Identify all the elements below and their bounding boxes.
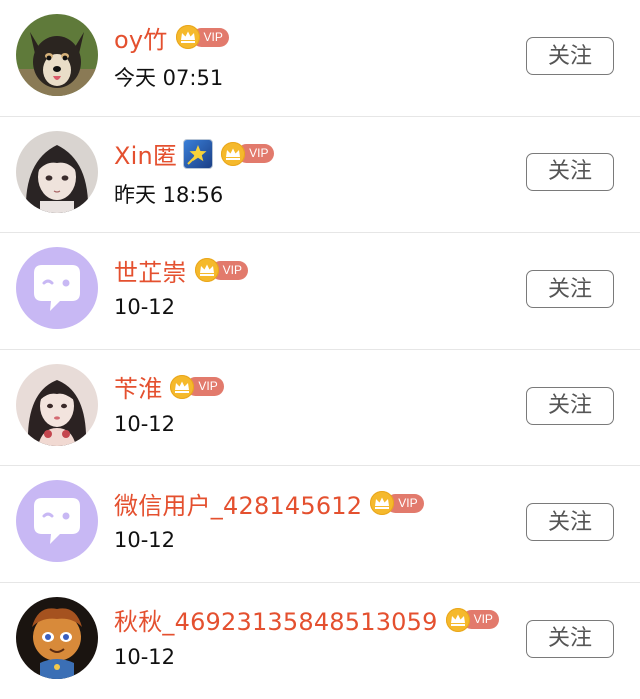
name-line: Xin匿 VIP <box>114 137 274 171</box>
user-name[interactable]: oy竹 <box>114 20 168 55</box>
crown-icon <box>170 375 194 399</box>
follow-button[interactable]: 关注 <box>526 387 614 425</box>
cartoon-character-avatar-image <box>16 597 98 679</box>
follow-button[interactable]: 关注 <box>526 37 614 75</box>
timestamp: 10-12 <box>114 528 175 552</box>
list-item[interactable]: 苄淮 VIP 10-12 关注 <box>0 350 640 467</box>
user-name[interactable]: 秋秋_46923135848513059 <box>114 602 438 637</box>
crown-icon <box>370 491 394 515</box>
name-line: 微信用户_428145612 VIP <box>114 486 424 520</box>
list-item[interactable]: 世芷崇 VIP 10-12 关注 <box>0 233 640 350</box>
timestamp: 10-12 <box>114 412 175 436</box>
avatar[interactable] <box>16 480 98 562</box>
crown-icon <box>176 25 200 49</box>
avatar[interactable] <box>16 14 98 96</box>
timestamp: 10-12 <box>114 295 175 319</box>
avatar[interactable] <box>16 597 98 679</box>
timestamp: 今天 07:51 <box>114 62 223 92</box>
vip-badge: VIP <box>370 492 423 514</box>
vip-badge: VIP <box>446 609 499 631</box>
crown-icon <box>446 608 470 632</box>
girl-photo-avatar-image <box>16 364 98 446</box>
user-name[interactable]: Xin匿 <box>114 136 177 171</box>
follow-button[interactable]: 关注 <box>526 270 614 308</box>
default-chat-bubble-avatar <box>16 480 98 562</box>
user-name[interactable]: 世芷崇 <box>114 253 187 288</box>
avatar[interactable] <box>16 247 98 329</box>
follow-button[interactable]: 关注 <box>526 153 614 191</box>
vip-badge: VIP <box>195 259 248 281</box>
default-chat-bubble-avatar <box>16 247 98 329</box>
name-line: oy竹 VIP <box>114 20 229 54</box>
vip-badge: VIP <box>221 143 274 165</box>
timestamp: 昨天 18:56 <box>114 179 223 209</box>
dog-avatar-image <box>16 14 98 96</box>
follow-button[interactable]: 关注 <box>526 503 614 541</box>
list-item[interactable]: Xin匿 VIP 昨天 18:56 关注 <box>0 117 640 234</box>
timestamp: 10-12 <box>114 645 175 669</box>
vip-badge: VIP <box>176 26 229 48</box>
user-name[interactable]: 苄淮 <box>114 369 162 404</box>
follow-button[interactable]: 关注 <box>526 620 614 658</box>
name-line: 苄淮 VIP <box>114 370 224 404</box>
avatar[interactable] <box>16 131 98 213</box>
anime-girl-avatar-image <box>16 131 98 213</box>
avatar[interactable] <box>16 364 98 446</box>
user-name[interactable]: 微信用户_428145612 <box>114 486 362 521</box>
vip-badge: VIP <box>170 376 223 398</box>
crown-icon <box>221 142 245 166</box>
user-list: oy竹 VIP 今天 07:51 关注 <box>0 0 640 699</box>
crown-icon <box>195 258 219 282</box>
star-emoji-icon <box>183 139 213 169</box>
list-item[interactable]: oy竹 VIP 今天 07:51 关注 <box>0 0 640 117</box>
name-line: 秋秋_46923135848513059 VIP <box>114 603 499 637</box>
name-line: 世芷崇 VIP <box>114 253 248 287</box>
list-item[interactable]: 微信用户_428145612 VIP 10-12 关注 <box>0 466 640 583</box>
list-item[interactable]: 秋秋_46923135848513059 VIP 10-12 关注 <box>0 583 640 699</box>
